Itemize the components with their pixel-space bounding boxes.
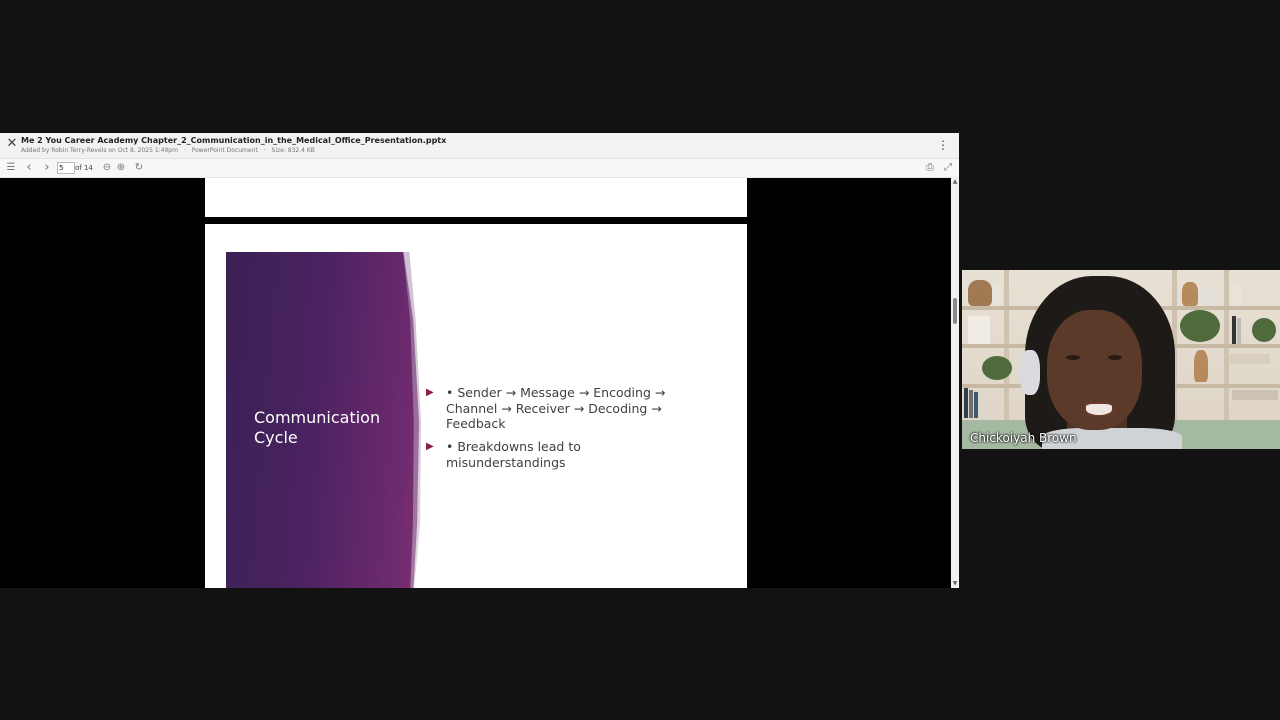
scroll-thumb[interactable] [953, 298, 957, 324]
plant [982, 356, 1012, 380]
rotate-icon[interactable]: ↻ [133, 161, 145, 175]
meeting-stage: ✕ Me 2 You Career Academy Chapter_2_Comm… [0, 0, 1280, 720]
headphone-icon [1020, 350, 1040, 395]
box [1202, 288, 1218, 306]
book [1232, 316, 1236, 344]
participant-mouth [1084, 402, 1114, 417]
slide-bullet: ▶ • Sender → Message → Encoding → Channe… [426, 385, 686, 432]
previous-page-icon[interactable]: ‹ [23, 161, 35, 175]
slide-bullet: ▶ • Breakdowns lead to misunderstandings [426, 439, 686, 470]
close-icon[interactable]: ✕ [5, 137, 19, 151]
document-title: Me 2 You Career Academy Chapter_2_Commun… [21, 136, 447, 145]
book [969, 390, 973, 418]
meta-separator: · [183, 147, 186, 154]
book-stack [1230, 354, 1270, 364]
bullet-text: • Breakdowns lead to misunderstandings [446, 439, 581, 470]
vertical-scrollbar[interactable]: ▲ ▼ [951, 178, 959, 588]
page-count: of 14 [75, 164, 93, 172]
sidebar-toggle-icon[interactable]: ☰ [5, 161, 17, 175]
picture-frame [968, 316, 990, 344]
document-canvas[interactable]: Communication Cycle ▶ • Sender → Message… [0, 178, 951, 588]
scroll-down-icon[interactable]: ▼ [951, 580, 959, 588]
book-stack [1232, 390, 1278, 400]
print-icon[interactable]: ⎙ [924, 161, 936, 175]
fullscreen-icon[interactable]: ⤢ [942, 161, 954, 175]
book [974, 392, 978, 418]
document-meta: Added by Robin Terry-Revels on Oct 8, 20… [21, 147, 319, 154]
meta-separator: · [263, 147, 266, 154]
page-number-input[interactable]: 5 [57, 162, 75, 174]
slide: Communication Cycle ▶ • Sender → Message… [205, 224, 747, 588]
box [1230, 284, 1242, 306]
participant-eye [1108, 355, 1122, 360]
book [964, 388, 968, 418]
previous-slide [205, 178, 747, 217]
scroll-up-icon[interactable]: ▲ [951, 178, 959, 186]
more-options-icon[interactable]: ⋮ [937, 138, 949, 152]
plant [1252, 318, 1276, 342]
document-viewer: ✕ Me 2 You Career Academy Chapter_2_Comm… [0, 133, 959, 588]
viewer-toolbar: ☰ ‹ › 5 of 14 ⊖ ⊕ ↻ ⎙ ⤢ [0, 159, 959, 178]
document-type: PowerPoint Document [191, 147, 258, 154]
plant [1180, 310, 1220, 342]
viewer-header: ✕ Me 2 You Career Academy Chapter_2_Comm… [0, 133, 959, 159]
book [1237, 318, 1241, 344]
bullet-text: • Sender → Message → Encoding → Channel … [446, 385, 666, 431]
zoom-in-icon[interactable]: ⊕ [115, 161, 127, 175]
bullet-marker-icon: ▶ [426, 387, 434, 398]
participant-video-tile[interactable]: Chickoiyah Brown [962, 270, 1280, 449]
document-size: Size: 832.4 KB [271, 147, 315, 154]
added-by-text: Added by Robin Terry-Revels on Oct 8, 20… [21, 147, 178, 154]
participant-name-label: Chickoiyah Brown [970, 431, 1077, 445]
participant-eye [1066, 355, 1080, 360]
book [992, 284, 1002, 306]
basket [968, 280, 992, 306]
slide-title: Communication Cycle [254, 408, 381, 447]
next-page-icon[interactable]: › [41, 161, 53, 175]
zoom-out-icon[interactable]: ⊖ [101, 161, 113, 175]
vase [1182, 282, 1198, 306]
vase [1194, 350, 1208, 382]
bullet-marker-icon: ▶ [426, 441, 434, 452]
